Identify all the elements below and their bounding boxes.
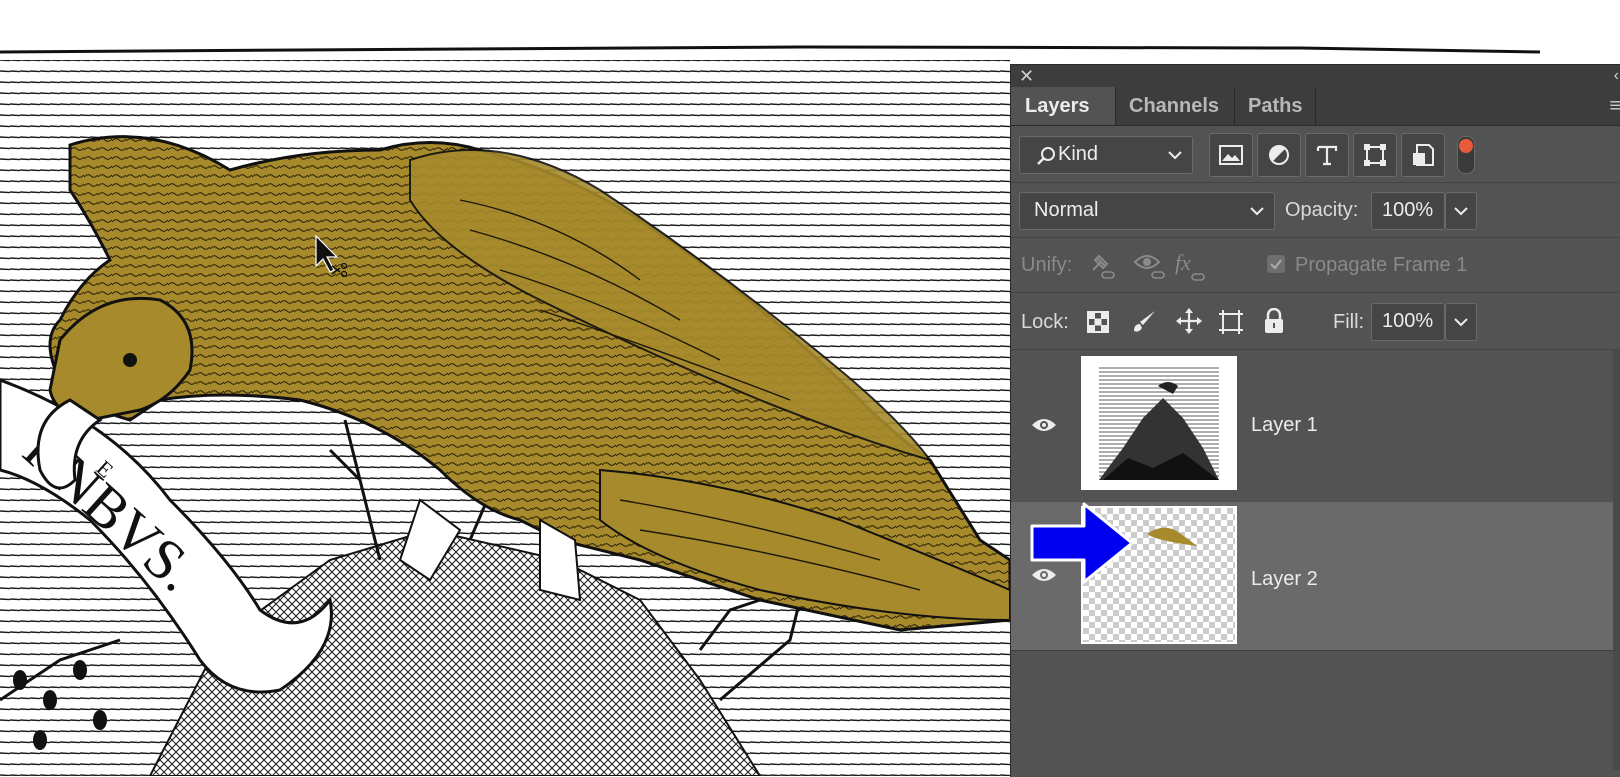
fill-dropdown-button[interactable] bbox=[1445, 303, 1477, 341]
annotation-arrow-icon bbox=[1030, 502, 1134, 584]
filter-toggle-switch[interactable] bbox=[1457, 136, 1475, 174]
panel-tabs: Layers Channels Paths ≡ bbox=[1011, 87, 1620, 126]
type-filter-icon bbox=[1316, 145, 1338, 166]
visibility-eye-icon[interactable] bbox=[1031, 416, 1057, 434]
chevron-down-icon bbox=[1168, 151, 1182, 160]
chevron-down-icon bbox=[1250, 207, 1264, 216]
close-icon[interactable]: ✕ bbox=[1019, 66, 1034, 87]
fill-label: Fill: bbox=[1333, 311, 1365, 333]
lock-transparent-pixels-icon[interactable] bbox=[1087, 311, 1109, 333]
blend-row: Normal Opacity: 100% bbox=[1011, 183, 1620, 238]
search-icon bbox=[1037, 147, 1055, 165]
propagate-label: Propagate Frame 1 bbox=[1295, 254, 1468, 276]
filter-smart-objects-button[interactable] bbox=[1401, 133, 1445, 177]
kind-label: Kind bbox=[1058, 143, 1099, 165]
filter-pixel-layers-button[interactable] bbox=[1209, 133, 1253, 177]
lock-row: Lock: Fill: 100% bbox=[1011, 293, 1620, 350]
layer-thumbnail[interactable] bbox=[1081, 356, 1237, 490]
filter-shape-layers-button[interactable] bbox=[1353, 133, 1397, 177]
fill-field[interactable]: 100% bbox=[1371, 303, 1445, 341]
chevron-down-icon bbox=[1454, 207, 1468, 216]
eagle-eye bbox=[123, 353, 137, 367]
panel-menu-icon[interactable]: ≡ bbox=[1609, 95, 1620, 118]
layer-name[interactable]: Layer 1 bbox=[1251, 414, 1318, 437]
lock-all-icon[interactable] bbox=[1263, 308, 1285, 334]
layers-scrollbar[interactable] bbox=[1613, 350, 1620, 770]
lock-image-pixels-icon[interactable] bbox=[1131, 309, 1157, 335]
opacity-dropdown-button[interactable] bbox=[1445, 192, 1477, 230]
blend-mode-select[interactable]: Normal bbox=[1019, 192, 1275, 230]
svg-text:fx: fx bbox=[1175, 250, 1191, 275]
layer-row-layer-1[interactable]: Layer 1 bbox=[1011, 350, 1620, 503]
opacity-label: Opacity: bbox=[1285, 199, 1359, 221]
adjustment-filter-icon bbox=[1269, 145, 1289, 165]
filter-adjustment-layers-button[interactable] bbox=[1257, 133, 1301, 177]
blend-mode-value: Normal bbox=[1034, 199, 1099, 221]
tab-layers[interactable]: Layers bbox=[1011, 87, 1115, 125]
unify-position-icon[interactable] bbox=[1087, 252, 1117, 280]
tab-channels[interactable]: Channels bbox=[1115, 87, 1233, 125]
chevron-down-icon bbox=[1454, 318, 1468, 327]
image-filter-icon bbox=[1219, 145, 1243, 165]
kind-filter-select[interactable]: Kind bbox=[1019, 136, 1193, 174]
tab-paths[interactable]: Paths bbox=[1234, 87, 1316, 125]
filter-toggle-knob bbox=[1459, 139, 1473, 153]
propagate-checkbox[interactable] bbox=[1267, 255, 1285, 273]
filter-row: Kind bbox=[1011, 126, 1620, 183]
smart-object-filter-icon bbox=[1413, 144, 1434, 166]
engraving-thumbnail bbox=[1099, 366, 1219, 480]
unify-row: Unify: fx Propagate Frame 1 bbox=[1011, 238, 1620, 293]
opacity-value: 100% bbox=[1382, 199, 1434, 221]
fill-value: 100% bbox=[1382, 310, 1434, 332]
panel-titlebar: ✕ ‹ bbox=[1011, 65, 1620, 87]
layers-panel: ✕ ‹ Layers Channels Paths ≡ Kind Normal … bbox=[1010, 64, 1620, 777]
opacity-field[interactable]: 100% bbox=[1371, 192, 1445, 230]
filter-type-layers-button[interactable] bbox=[1305, 133, 1349, 177]
unify-style-icon[interactable]: fx bbox=[1173, 250, 1209, 282]
shape-filter-icon bbox=[1364, 144, 1386, 166]
lock-position-icon[interactable] bbox=[1175, 307, 1203, 335]
lock-label: Lock: bbox=[1021, 311, 1069, 333]
checkmark-icon bbox=[1270, 259, 1282, 270]
unify-label: Unify: bbox=[1021, 254, 1073, 276]
unify-visibility-icon[interactable] bbox=[1133, 252, 1167, 280]
collapse-panel-icon[interactable]: ‹ bbox=[1614, 67, 1619, 85]
layer-name[interactable]: Layer 2 bbox=[1251, 568, 1318, 591]
lock-artboard-icon[interactable] bbox=[1217, 308, 1245, 336]
